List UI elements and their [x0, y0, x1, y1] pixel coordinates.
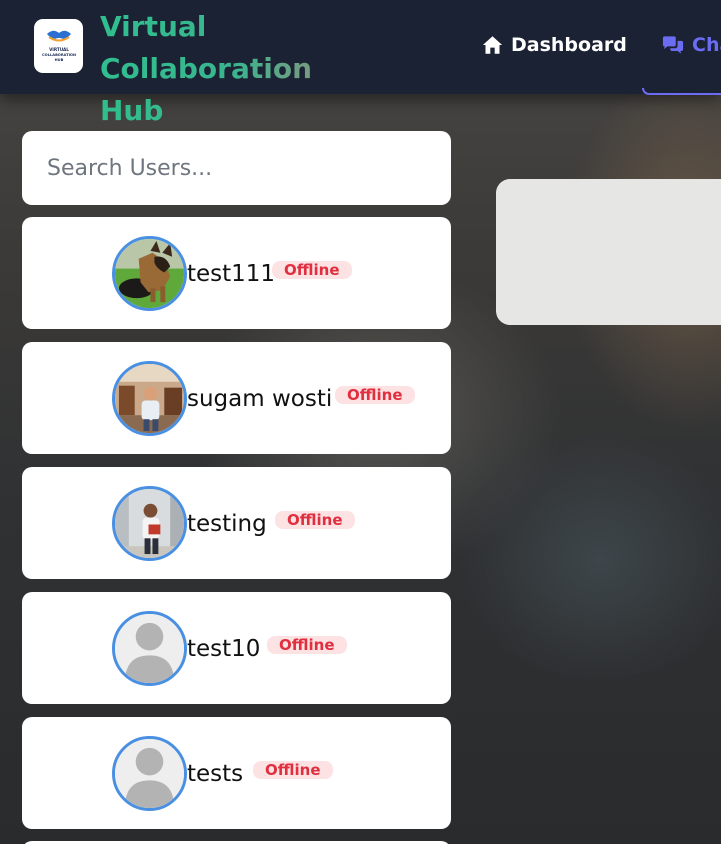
- brand-title-line1: Virtual Collaboration: [100, 10, 313, 85]
- user-name: tests: [187, 761, 244, 787]
- avatar: [112, 486, 187, 561]
- active-tab-indicator: [642, 88, 721, 95]
- user-name: sugam wosti: [187, 386, 333, 412]
- user-name: testing: [187, 511, 267, 537]
- app-logo[interactable]: VIRTUAL COLLABORATION HUB: [34, 19, 83, 73]
- status-badge: Offline: [267, 636, 347, 654]
- search-input[interactable]: [22, 131, 451, 205]
- avatar: [112, 361, 187, 436]
- user-name: test10: [187, 636, 261, 662]
- svg-text:COLLABORATION: COLLABORATION: [42, 53, 76, 57]
- nav-chat[interactable]: Chat: [662, 30, 721, 60]
- home-icon: [482, 36, 503, 54]
- person-room-photo: [115, 364, 184, 433]
- chat-panel: [496, 179, 721, 325]
- top-navbar: VIRTUAL COLLABORATION HUB Virtual Collab…: [0, 0, 721, 95]
- default-user-icon: [115, 614, 184, 683]
- avatar: [112, 736, 187, 811]
- dog-photo: [115, 239, 184, 308]
- chat-icon: [662, 35, 684, 54]
- user-card[interactable]: test10 Offline: [22, 592, 451, 704]
- brand-title[interactable]: Virtual Collaboration Hub: [100, 6, 400, 132]
- nav-dashboard-label: Dashboard: [511, 34, 627, 56]
- default-user-icon: [115, 739, 184, 808]
- user-card[interactable]: test111 Offline: [22, 217, 451, 329]
- handshake-logo-icon: VIRTUAL COLLABORATION HUB: [42, 30, 76, 62]
- status-badge: Offline: [272, 261, 352, 279]
- user-card[interactable]: testing Offline: [22, 467, 451, 579]
- svg-text:VIRTUAL: VIRTUAL: [49, 47, 69, 52]
- status-badge: Offline: [275, 511, 355, 529]
- search-box: [22, 131, 451, 205]
- svg-text:HUB: HUB: [54, 58, 63, 62]
- status-badge: Offline: [335, 386, 415, 404]
- person-hallway-photo: [115, 489, 184, 558]
- status-badge: Offline: [253, 761, 333, 779]
- nav-dashboard[interactable]: Dashboard: [482, 30, 627, 60]
- user-card[interactable]: sugam wosti Offline: [22, 342, 451, 454]
- nav-chat-label: Chat: [692, 34, 721, 56]
- user-name: test111: [187, 261, 276, 287]
- brand-title-line2: Hub: [100, 94, 164, 127]
- avatar: [112, 236, 187, 311]
- user-card[interactable]: tests Offline: [22, 717, 451, 829]
- avatar: [112, 611, 187, 686]
